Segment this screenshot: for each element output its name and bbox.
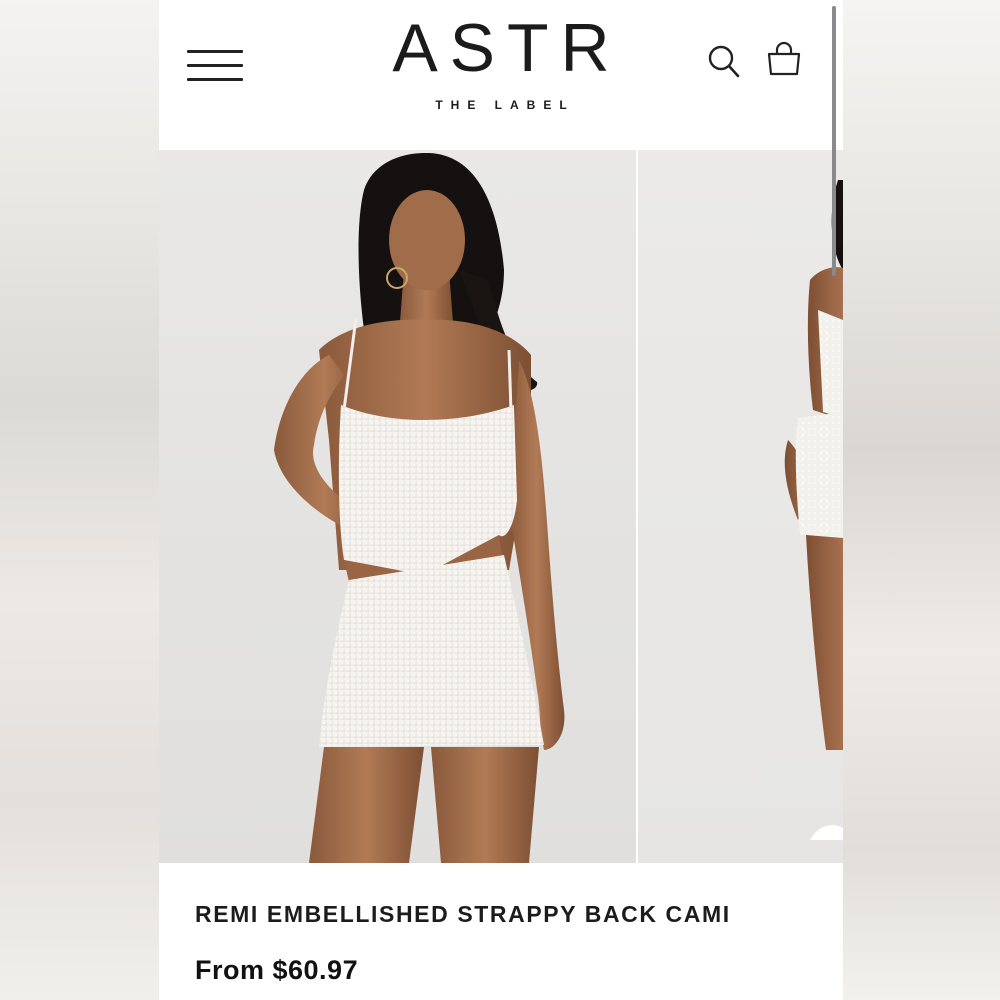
left-backdrop: [0, 0, 159, 1000]
mobile-page: ASTR THE LABEL REMI EMBELLISHED STRAPPY …: [159, 0, 843, 1000]
cart-button[interactable]: [765, 40, 803, 78]
product-info: REMI EMBELLISHED STRAPPY BACK CAMI From …: [159, 863, 843, 1000]
shopping-bag-icon: [767, 41, 801, 76]
search-button[interactable]: [707, 43, 741, 79]
model-wearing-cami-illustration: [274, 152, 565, 863]
hamburger-line: [187, 64, 243, 67]
search-icon: [708, 45, 740, 78]
model-back-view-illustration: [784, 180, 843, 840]
right-backdrop: [843, 0, 1000, 1000]
site-header: ASTR THE LABEL: [159, 0, 843, 150]
hamburger-menu-icon: [187, 50, 243, 53]
product-photo-front[interactable]: [159, 150, 636, 863]
product-photo-back[interactable]: [638, 150, 843, 863]
page-scrollbar[interactable]: [832, 6, 836, 276]
product-price: From $60.97: [195, 955, 359, 985]
product-image-carousel[interactable]: [159, 150, 843, 863]
menu-button[interactable]: [187, 50, 243, 84]
product-title: REMI EMBELLISHED STRAPPY BACK CAMI: [195, 901, 731, 927]
hamburger-line: [187, 78, 243, 81]
brand-name: ASTR: [392, 10, 622, 86]
brand-tagline: THE LABEL: [435, 98, 575, 112]
brand-logo[interactable]: ASTR THE LABEL: [351, 8, 651, 112]
